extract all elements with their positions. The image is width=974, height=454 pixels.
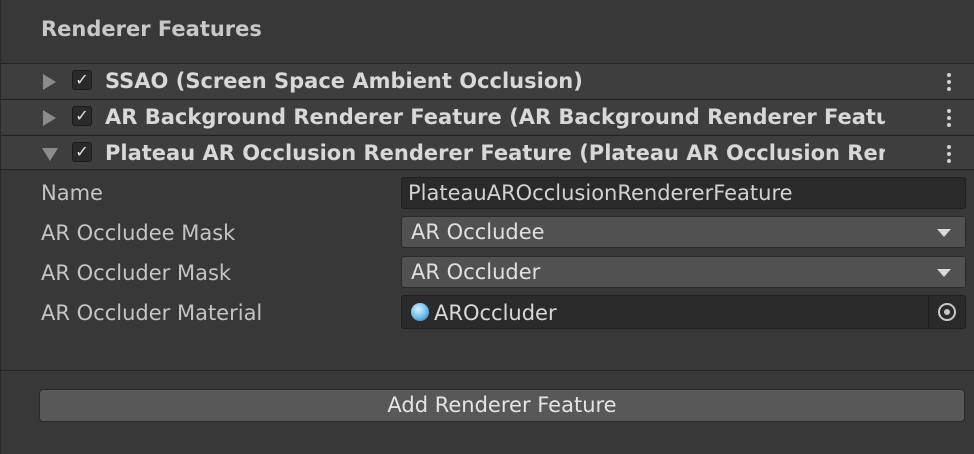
occludee-mask-value: AR Occludee: [411, 220, 545, 244]
feature-row-ssao[interactable]: ✓ SSAO (Screen Space Ambient Occlusion): [1, 63, 974, 98]
occludee-mask-label: AR Occludee Mask: [41, 221, 236, 245]
occluder-material-field[interactable]: AROccluder: [401, 295, 966, 329]
kebab-menu-icon[interactable]: [941, 142, 957, 164]
divider: [1, 370, 974, 371]
feature-label: Plateau AR Occlusion Renderer Feature (P…: [105, 141, 885, 165]
feature-row-ar-background[interactable]: ✓ AR Background Renderer Feature (AR Bac…: [1, 99, 974, 134]
name-field[interactable]: PlateauAROcclusionRendererFeature: [401, 177, 966, 209]
section-title: Renderer Features: [41, 17, 262, 41]
triangle-down-icon[interactable]: [42, 148, 58, 161]
kebab-menu-icon[interactable]: [941, 70, 957, 92]
feature-enabled-checkbox[interactable]: ✓: [72, 142, 92, 162]
material-sphere-icon: [411, 303, 429, 321]
chevron-down-icon: [937, 229, 951, 237]
occluder-mask-value: AR Occluder: [411, 260, 541, 284]
triangle-right-icon[interactable]: [43, 110, 56, 126]
occluder-material-value: AROccluder: [434, 301, 557, 325]
kebab-menu-icon[interactable]: [941, 106, 957, 128]
triangle-right-icon[interactable]: [43, 74, 56, 90]
occludee-mask-dropdown[interactable]: AR Occludee: [401, 216, 966, 248]
occluder-material-label: AR Occluder Material: [41, 301, 263, 325]
chevron-down-icon: [937, 269, 951, 277]
object-picker-icon[interactable]: [928, 296, 965, 328]
feature-enabled-checkbox[interactable]: ✓: [72, 106, 92, 126]
feature-label: AR Background Renderer Feature (AR Backg…: [105, 105, 885, 129]
feature-row-plateau-ar-occlusion[interactable]: ✓ Plateau AR Occlusion Renderer Feature …: [1, 135, 974, 170]
feature-enabled-checkbox[interactable]: ✓: [72, 70, 92, 90]
renderer-features-panel: Renderer Features ✓ SSAO (Screen Space A…: [0, 0, 974, 454]
occluder-mask-label: AR Occluder Mask: [41, 261, 232, 285]
feature-label: SSAO (Screen Space Ambient Occlusion): [105, 69, 583, 93]
occluder-mask-dropdown[interactable]: AR Occluder: [401, 256, 966, 288]
name-label: Name: [41, 181, 103, 205]
add-renderer-feature-button[interactable]: Add Renderer Feature: [39, 389, 965, 422]
